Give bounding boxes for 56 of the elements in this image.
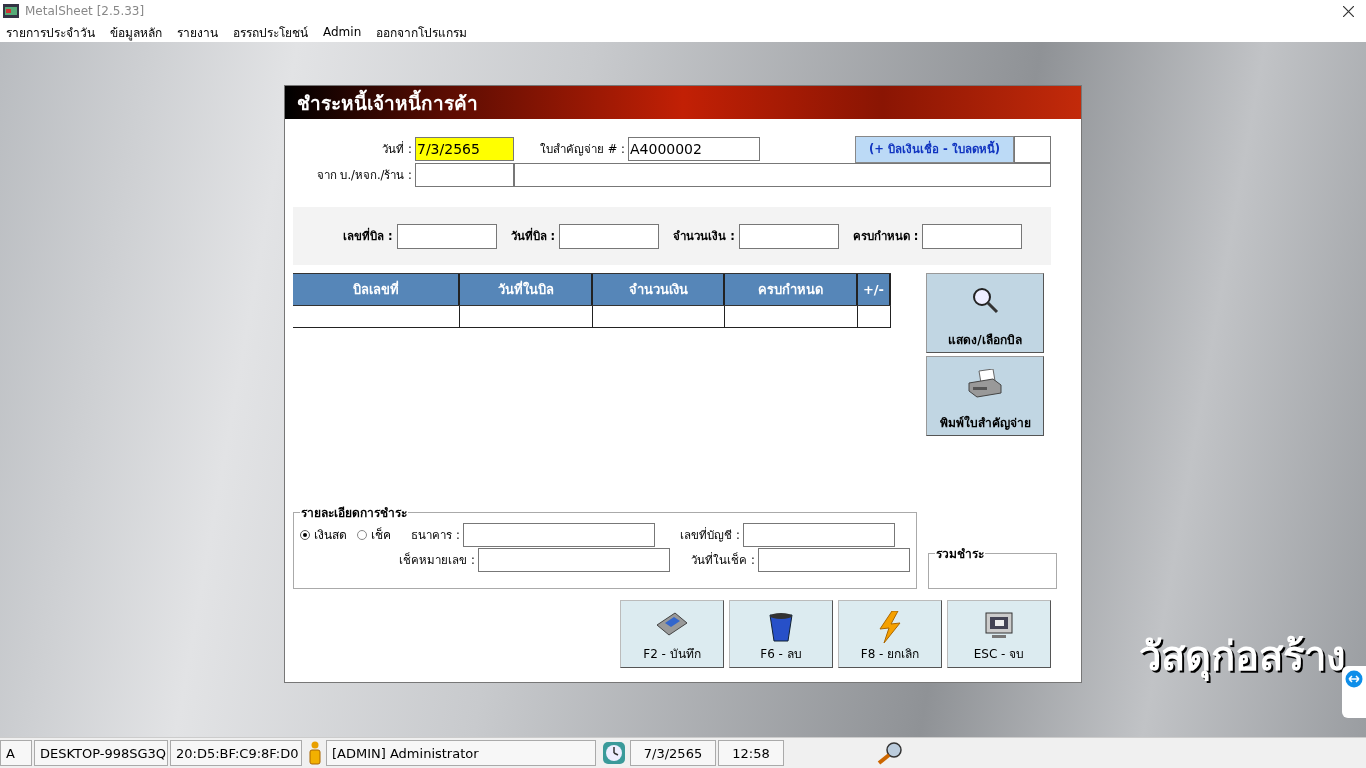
- status-cell: A: [0, 740, 32, 766]
- action-button[interactable]: F8 - ยกเลิก: [838, 600, 942, 668]
- column-header: ครบกำหนด: [725, 274, 858, 305]
- cheque-number-label: เช็คหมายเลข :: [398, 551, 476, 569]
- date-label: วันที่ :: [381, 140, 413, 158]
- banner-text: วัสดุก่อสร้าง: [1139, 632, 1346, 683]
- printer-icon: [967, 369, 1003, 399]
- side-tab[interactable]: [1342, 666, 1366, 718]
- filter-label: วันที่บิล :: [510, 227, 556, 245]
- status-cell: 20:D5:BF:C9:8F:D0: [170, 740, 302, 766]
- status-cell: [ADMIN] Administrator: [326, 740, 596, 766]
- trash-bin-icon: [768, 611, 794, 643]
- action-button[interactable]: F2 - บันทึก: [620, 600, 724, 668]
- status-cell: DESKTOP-998SG3Q: [34, 740, 168, 766]
- voucher-field[interactable]: A4000002: [628, 137, 760, 161]
- column-header: +/-: [858, 274, 891, 305]
- radio-label[interactable]: เช็ค: [371, 525, 391, 544]
- side-button[interactable]: แสดง/เลือกบิล: [926, 273, 1044, 353]
- cheque-date-label: วันที่ในเช็ค :: [690, 551, 756, 569]
- total-payment-legend: รวมชำระ: [935, 544, 985, 563]
- close-icon[interactable]: [1343, 5, 1354, 17]
- action-button[interactable]: ESC - จบ: [947, 600, 1051, 668]
- menu-item[interactable]: รายงาน: [177, 22, 218, 42]
- monitor-icon: [984, 611, 1014, 641]
- supplier-label: จาก บ./หจก./ร้าน :: [315, 166, 413, 184]
- credit-note-button[interactable]: (+ บิลเงินเชื่อ - ใบลดหนี้): [855, 135, 1014, 163]
- status-cell: 7/3/2565: [630, 740, 716, 766]
- person-icon: [307, 741, 323, 765]
- filter-label: จำนวนเงิน :: [673, 228, 735, 245]
- lightning-bolt-icon: [876, 611, 904, 643]
- radio-button[interactable]: [357, 529, 367, 540]
- radio-label[interactable]: เงินสด: [314, 525, 347, 544]
- menu-item[interactable]: ข้อมูลหลัก: [110, 22, 162, 42]
- menu-item[interactable]: อรรถประโยชน์: [233, 22, 308, 42]
- voucher-label: ใบสำคัญจ่าย # :: [539, 141, 626, 158]
- filter-label: เลขที่บิล :: [343, 227, 393, 245]
- app-logo-icon: [3, 4, 19, 18]
- clock-icon: [601, 740, 627, 766]
- filter-label: ครบกำหนด :: [852, 228, 919, 245]
- menu-item[interactable]: รายการประจำวัน: [6, 22, 95, 42]
- search-icon: [971, 286, 999, 314]
- side-button[interactable]: พิมพ์ใบสำคัญจ่าย: [926, 356, 1044, 436]
- window-title: MetalSheet [2.5.33]: [25, 4, 145, 18]
- column-header: บิลเลขที่: [293, 274, 460, 305]
- account-label: เลขที่บัญชี :: [679, 526, 741, 544]
- dialog-title: ชำระหนี้เจ้าหนี้การค้า: [297, 88, 478, 116]
- action-button[interactable]: F6 - ลบ: [729, 600, 833, 668]
- payment-details-legend: รายละเอียดการชำระ: [300, 503, 408, 522]
- bank-label: ธนาคาร :: [410, 526, 461, 544]
- menu-item[interactable]: ออกจากโปรแกรม: [376, 22, 468, 42]
- column-header: จำนวนเงิน: [593, 274, 725, 305]
- menu-item[interactable]: Admin: [323, 25, 362, 39]
- radio-button[interactable]: [300, 529, 310, 540]
- column-header: วันที่ในบิล: [460, 274, 593, 305]
- status-cell: 12:58: [718, 740, 784, 766]
- date-field[interactable]: 7/3/2565: [415, 137, 514, 161]
